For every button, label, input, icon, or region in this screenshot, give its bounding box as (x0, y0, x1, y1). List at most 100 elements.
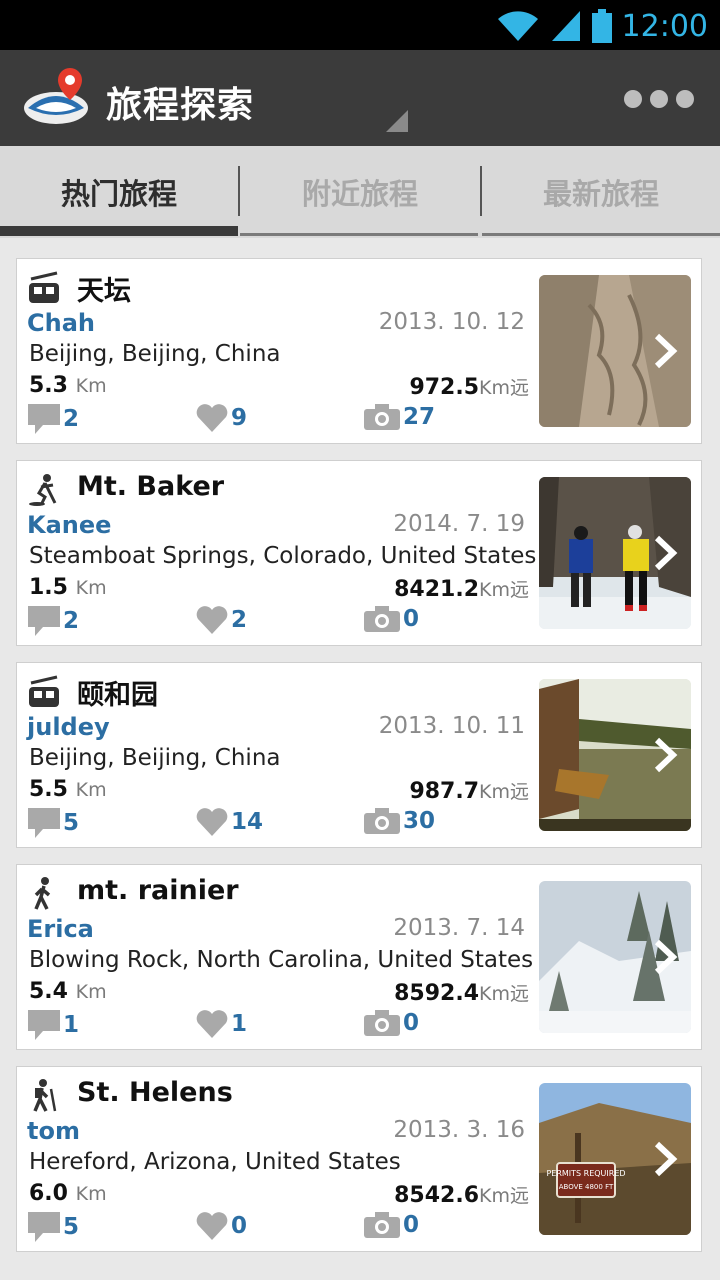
sign-text: PERMITS REQUIRED (546, 1169, 625, 1178)
comment-count[interactable]: 2 (27, 403, 79, 435)
comment-icon (28, 1010, 60, 1040)
trip-photo[interactable] (539, 679, 691, 831)
chevron-right-icon (654, 333, 678, 369)
battery-icon (591, 9, 612, 43)
trip-user[interactable]: Chah (27, 309, 95, 337)
trip-title: St. Helens (77, 1077, 233, 1108)
app-bar: 旅程探索 (0, 50, 720, 146)
trip-photo[interactable] (539, 477, 691, 629)
trip-title: 天坛 (77, 276, 131, 307)
camera-icon (364, 808, 400, 834)
trip-location: Blowing Rock, North Carolina, United Sta… (29, 947, 534, 973)
walking-icon (34, 877, 51, 910)
cable-car-icon (29, 271, 59, 303)
trip-distance: 5.4 Km (29, 979, 107, 1004)
trip-far: 8542.6Km远 (394, 1183, 529, 1208)
tab-divider (480, 166, 482, 216)
trip-title: 颐和园 (77, 680, 158, 711)
photo-count[interactable]: 0 (363, 605, 419, 633)
heart-icon (196, 1212, 228, 1240)
trip-card[interactable]: mt. rainier Erica 2013. 7. 14 Blowing Ro… (16, 864, 702, 1050)
trip-location: Steamboat Springs, Colorado, United Stat… (29, 543, 537, 569)
dot-icon (650, 90, 668, 108)
chevron-right-icon (654, 1141, 678, 1177)
comment-icon (28, 606, 60, 636)
trip-location: Beijing, Beijing, China (29, 745, 281, 771)
trip-date: 2013. 10. 12 (378, 309, 525, 335)
tab-underline (482, 233, 720, 236)
trip-far: 972.5Km远 (409, 375, 529, 400)
comment-count[interactable]: 5 (27, 1211, 79, 1243)
trip-distance: 6.0 Km (29, 1181, 107, 1206)
like-count[interactable]: 0 (195, 1211, 247, 1241)
trip-far: 8592.4Km远 (394, 981, 529, 1006)
trip-distance: 5.5 Km (29, 777, 107, 802)
cable-car-icon (29, 675, 59, 707)
photo-count[interactable]: 0 (363, 1211, 419, 1239)
photo-count[interactable]: 27 (363, 403, 435, 431)
comment-count[interactable]: 2 (27, 605, 79, 637)
trip-date: 2014. 7. 19 (393, 511, 525, 537)
sign-subtext: ABOVE 4800 FT (559, 1183, 614, 1191)
trip-title: Mt. Baker (77, 471, 225, 502)
camera-icon (364, 1010, 400, 1036)
chevron-right-icon (654, 535, 678, 571)
chevron-right-icon (654, 737, 678, 773)
tab-bar: 热门旅程 附近旅程 最新旅程 (0, 146, 720, 238)
snowshoe-icon (29, 474, 57, 506)
trip-distance: 1.5 Km (29, 575, 107, 600)
trip-photo[interactable]: PERMITS REQUIRED ABOVE 4800 FT (539, 1083, 691, 1235)
trip-user[interactable]: juldey (27, 713, 110, 741)
trip-list: 天坛 Chah 2013. 10. 12 Beijing, Beijing, C… (16, 258, 704, 1268)
trip-card[interactable]: Mt. Baker Kanee 2014. 7. 19 Steamboat Sp… (16, 460, 702, 646)
trip-card[interactable]: 颐和园 juldey 2013. 10. 11 Beijing, Beijing… (16, 662, 702, 848)
dot-icon (624, 90, 642, 108)
heart-icon (196, 606, 228, 634)
status-bar: 12:00 (0, 0, 720, 50)
heart-icon (196, 1010, 228, 1038)
trip-title: mt. rainier (77, 875, 239, 906)
comment-count[interactable]: 5 (27, 807, 79, 839)
trip-date: 2013. 3. 16 (393, 1117, 525, 1143)
status-time: 12:00 (621, 8, 708, 44)
trip-location: Beijing, Beijing, China (29, 341, 281, 367)
trip-far: 987.7Km远 (409, 779, 529, 804)
trip-user[interactable]: Kanee (27, 511, 111, 539)
comment-count[interactable]: 1 (27, 1009, 79, 1041)
signal-icon (551, 11, 580, 41)
like-count[interactable]: 1 (195, 1009, 247, 1039)
trip-photo[interactable] (539, 275, 691, 427)
camera-icon (364, 606, 400, 632)
tab-nearby[interactable]: 附近旅程 (240, 146, 480, 238)
comment-icon (28, 404, 60, 434)
trip-photo[interactable] (539, 881, 691, 1033)
app-logo-icon (24, 68, 88, 124)
spinner-indicator[interactable] (386, 110, 408, 132)
tab-popular[interactable]: 热门旅程 (0, 146, 238, 238)
like-count[interactable]: 2 (195, 605, 247, 635)
trip-date: 2013. 7. 14 (393, 915, 525, 941)
trip-user[interactable]: tom (27, 1117, 80, 1145)
trip-distance: 5.3 Km (29, 373, 107, 398)
like-count[interactable]: 14 (195, 807, 263, 837)
tab-latest[interactable]: 最新旅程 (482, 146, 720, 238)
trip-location: Hereford, Arizona, United States (29, 1149, 401, 1175)
camera-icon (364, 404, 400, 430)
trip-date: 2013. 10. 11 (378, 713, 525, 739)
comment-icon (28, 808, 60, 838)
photo-count[interactable]: 0 (363, 1009, 419, 1037)
wifi-icon (497, 11, 538, 41)
tab-divider (238, 166, 240, 216)
heart-icon (196, 808, 228, 836)
chevron-right-icon (654, 939, 678, 975)
hiking-icon (33, 1079, 57, 1112)
trip-card[interactable]: 天坛 Chah 2013. 10. 12 Beijing, Beijing, C… (16, 258, 702, 444)
like-count[interactable]: 9 (195, 403, 247, 433)
active-tab-indicator (0, 226, 238, 236)
photo-count[interactable]: 30 (363, 807, 435, 835)
trip-user[interactable]: Erica (27, 915, 94, 943)
trip-far: 8421.2Km远 (394, 577, 529, 602)
trip-card[interactable]: St. Helens tom 2013. 3. 16 Hereford, Ari… (16, 1066, 702, 1252)
overflow-menu-button[interactable] (624, 90, 694, 108)
tab-underline (240, 233, 478, 236)
